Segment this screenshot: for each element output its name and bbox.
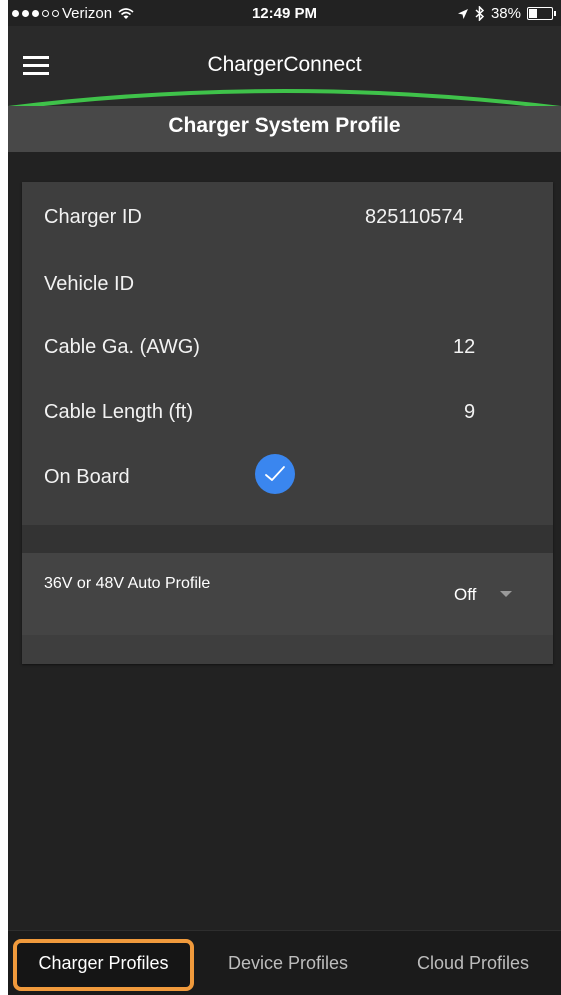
charger-id-value[interactable]: 825110574 xyxy=(365,206,464,229)
auto-profile-row: 36V or 48V Auto Profile Off xyxy=(22,553,553,635)
status-indicators: 38% xyxy=(457,5,556,22)
app-screen: Verizon 12:49 PM 38% ChargerConnect Char… xyxy=(8,0,561,995)
tab-label: Device Profiles xyxy=(227,953,349,973)
on-board-label: On Board xyxy=(44,466,130,488)
cable-length-value[interactable]: 9 xyxy=(464,401,475,424)
page-title: Charger System Profile xyxy=(8,106,561,152)
cable-length-label: Cable Length (ft) xyxy=(44,401,193,423)
cable-gauge-label: Cable Ga. (AWG) xyxy=(44,336,200,358)
location-arrow-icon xyxy=(457,8,468,19)
bluetooth-icon xyxy=(475,6,485,21)
status-bar: Verizon 12:49 PM 38% xyxy=(8,0,561,26)
auto-profile-label: 36V or 48V Auto Profile xyxy=(44,575,211,592)
cable-gauge-value[interactable]: 12 xyxy=(453,336,475,359)
battery-fill xyxy=(529,9,537,18)
section-divider xyxy=(22,525,553,553)
tab-device-profiles[interactable]: Device Profiles xyxy=(206,931,370,995)
auto-profile-value: Off xyxy=(454,585,477,604)
bottom-tab-bar: Charger Profiles Device Profiles Cloud P… xyxy=(8,930,561,995)
app-header: ChargerConnect xyxy=(8,26,561,112)
caret-down-icon xyxy=(500,591,512,597)
checkmark-icon xyxy=(265,466,285,481)
battery-icon xyxy=(527,7,556,20)
battery-nub xyxy=(554,11,556,16)
vehicle-id-label: Vehicle ID xyxy=(44,273,135,295)
tab-cloud-profiles[interactable]: Cloud Profiles xyxy=(393,931,553,995)
tab-label: Cloud Profiles xyxy=(416,953,530,973)
app-title: ChargerConnect xyxy=(207,53,362,76)
auto-profile-select[interactable]: Off xyxy=(443,553,553,635)
on-board-checkbox[interactable] xyxy=(255,454,295,494)
tab-label: Charger Profiles xyxy=(38,953,169,973)
tab-charger-profiles[interactable]: Charger Profiles xyxy=(13,931,194,995)
profile-card: Charger ID 825110574 Vehicle ID Cable Ga… xyxy=(22,182,553,664)
battery-percent: 38% xyxy=(490,5,521,22)
charger-id-label: Charger ID xyxy=(44,206,142,228)
